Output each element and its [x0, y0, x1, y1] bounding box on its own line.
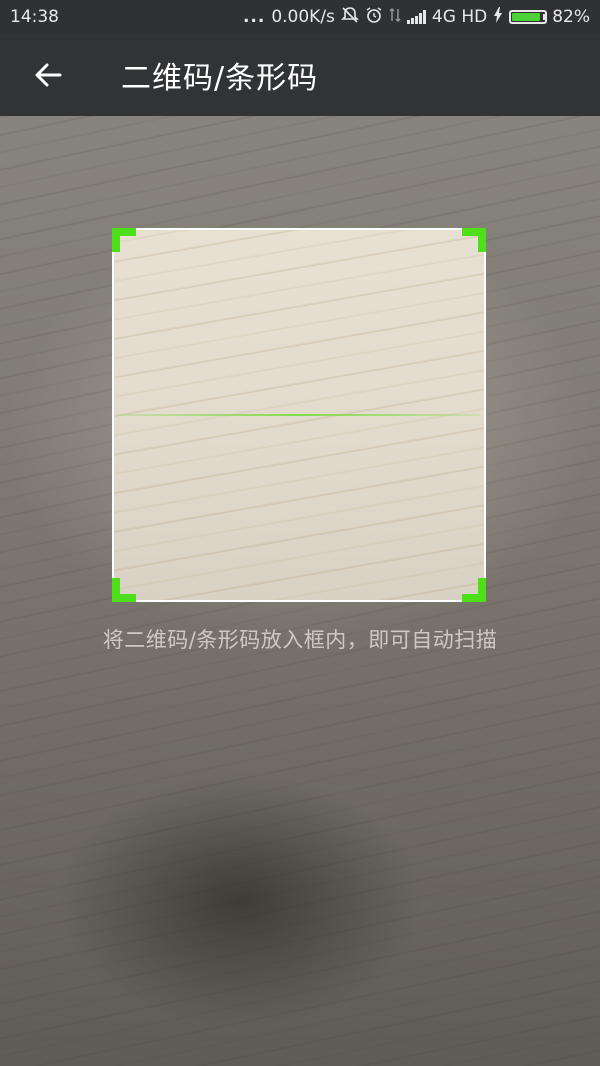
scan-line [118, 414, 480, 416]
status-time: 14:38 [10, 7, 59, 27]
data-transfer-icon [389, 6, 401, 29]
scan-corner-bottom-left [112, 578, 136, 602]
back-button[interactable] [16, 43, 80, 107]
title-bar: 二维码/条形码 [0, 34, 600, 116]
battery-fill [512, 13, 541, 21]
status-indicators: ... 0.00K/s 4G HD 82% [243, 6, 590, 29]
alarm-icon [365, 6, 383, 29]
signal-icon [406, 10, 426, 24]
scan-frame [112, 228, 486, 602]
net-speed: 0.00K/s [271, 7, 335, 27]
network-type: 4G HD [431, 7, 488, 27]
notification-off-icon [340, 6, 359, 29]
arrow-left-icon [35, 63, 62, 87]
charging-icon [493, 6, 503, 28]
page-title: 二维码/条形码 [121, 61, 319, 96]
status-bar: 14:38 ... 0.00K/s 4G HD 82% [0, 0, 600, 34]
scan-corner-top-left [112, 228, 136, 252]
more-dots: ... [242, 7, 266, 27]
scan-corner-top-right [462, 228, 486, 252]
battery-percent: 82% [552, 7, 590, 27]
scan-corner-bottom-right [462, 578, 486, 602]
scan-hint: 将二维码/条形码放入框内，即可自动扫描 [102, 628, 498, 652]
battery-icon [509, 10, 548, 24]
